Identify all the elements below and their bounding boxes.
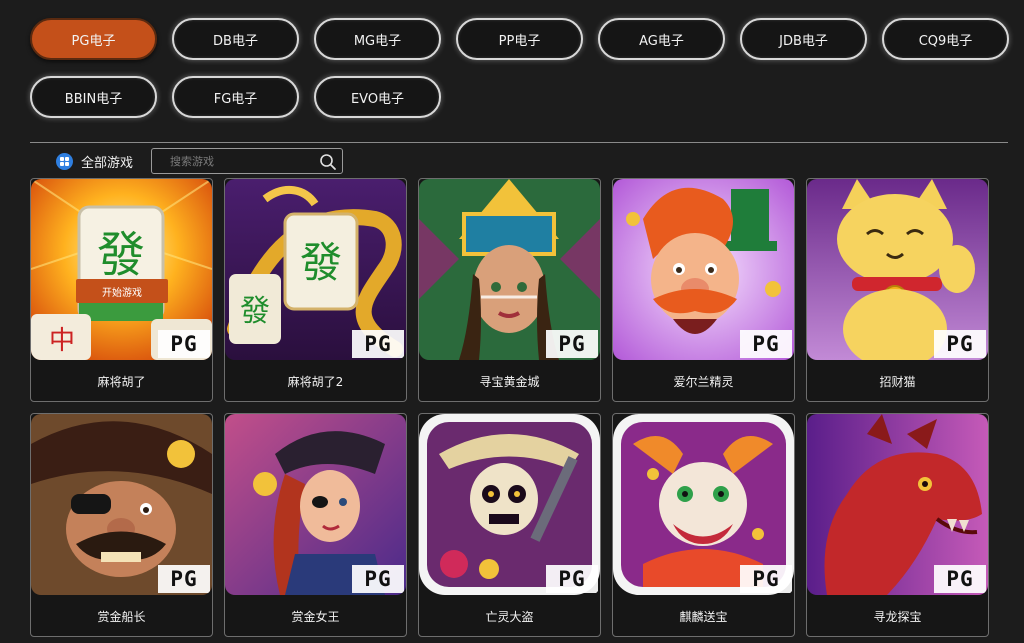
game-thumbnail[interactable]: PG bbox=[613, 179, 794, 360]
game-thumbnail[interactable]: PG bbox=[807, 179, 988, 360]
game-thumbnail[interactable]: 發 中 开始游戏 PG bbox=[31, 179, 212, 360]
game-card[interactable]: PG 爱尔兰精灵 bbox=[612, 178, 795, 402]
game-title: 赏金女王 bbox=[291, 610, 340, 624]
game-card[interactable]: PG 招财猫 bbox=[806, 178, 989, 402]
game-title: 寻龙探宝 bbox=[873, 610, 922, 624]
game-thumbnail[interactable]: PG bbox=[31, 414, 212, 595]
game-card[interactable]: PG 寻龙探宝 bbox=[806, 413, 989, 637]
provider-badge: PG bbox=[934, 330, 986, 358]
tab-fg[interactable]: FG电子 bbox=[172, 76, 299, 118]
game-card[interactable]: PG 亡灵大盗 bbox=[418, 413, 601, 637]
provider-badge: PG bbox=[158, 330, 210, 358]
game-title: 亡灵大盗 bbox=[485, 610, 534, 624]
search-input[interactable] bbox=[170, 150, 321, 172]
provider-badge: PG bbox=[352, 565, 404, 593]
game-card[interactable]: PG 麒麟送宝 bbox=[612, 413, 795, 637]
game-card[interactable]: PG 赏金女王 bbox=[224, 413, 407, 637]
game-card[interactable]: 發 中 开始游戏 PG 麻将胡了 bbox=[30, 178, 213, 402]
provider-badge: PG bbox=[546, 565, 598, 593]
tab-jdb[interactable]: JDB电子 bbox=[740, 18, 867, 60]
game-grid: 發 中 开始游戏 PG 麻将胡了 發 發 PG 麻将胡了2 PG 寻宝黄金城 P… bbox=[30, 178, 989, 637]
game-thumbnail[interactable]: PG bbox=[807, 414, 988, 595]
section-divider bbox=[30, 142, 1008, 143]
svg-text:發: 發 bbox=[240, 294, 270, 329]
tab-pg[interactable]: PG电子 bbox=[30, 18, 157, 60]
tab-ag[interactable]: AG电子 bbox=[598, 18, 725, 60]
svg-text:中: 中 bbox=[49, 326, 75, 356]
tab-evo[interactable]: EVO电子 bbox=[314, 76, 441, 118]
game-title: 麒麟送宝 bbox=[679, 610, 728, 624]
game-title: 麻将胡了2 bbox=[287, 375, 344, 389]
game-title: 爱尔兰精灵 bbox=[673, 375, 734, 389]
game-thumbnail[interactable]: PG bbox=[419, 414, 600, 595]
provider-badge: PG bbox=[352, 330, 404, 358]
provider-badge: PG bbox=[546, 330, 598, 358]
filter-bar: 全部游戏 bbox=[56, 148, 344, 174]
provider-badge: PG bbox=[740, 330, 792, 358]
game-thumbnail[interactable]: PG bbox=[419, 179, 600, 360]
tab-cq9[interactable]: CQ9电子 bbox=[882, 18, 1009, 60]
svg-text:發: 發 bbox=[300, 238, 342, 287]
game-card[interactable]: PG 寻宝黄金城 bbox=[418, 178, 601, 402]
svg-text:發: 發 bbox=[97, 227, 145, 283]
game-title: 寻宝黄金城 bbox=[479, 375, 540, 389]
provider-badge: PG bbox=[158, 565, 210, 593]
tab-bbin[interactable]: BBIN电子 bbox=[30, 76, 157, 118]
provider-badge: PG bbox=[740, 565, 792, 593]
game-thumbnail[interactable]: PG bbox=[225, 414, 406, 595]
tab-db[interactable]: DB电子 bbox=[172, 18, 299, 60]
tab-mg[interactable]: MG电子 bbox=[314, 18, 441, 60]
all-games-filter[interactable]: 全部游戏 bbox=[81, 152, 133, 171]
search-icon[interactable] bbox=[319, 153, 337, 171]
grid-icon bbox=[56, 152, 73, 170]
game-title: 招财猫 bbox=[879, 375, 916, 389]
game-thumbnail[interactable]: PG bbox=[613, 414, 794, 595]
provider-badge: PG bbox=[934, 565, 986, 593]
game-title: 赏金船长 bbox=[97, 610, 146, 624]
start-game-button[interactable]: 开始游戏 bbox=[76, 279, 168, 303]
tab-pp[interactable]: PP电子 bbox=[456, 18, 583, 60]
search-box bbox=[151, 148, 344, 174]
provider-tabs: PG电子 DB电子 MG电子 PP电子 AG电子 JDB电子 CQ9电子 BBI… bbox=[30, 18, 1010, 118]
game-card[interactable]: PG 赏金船长 bbox=[30, 413, 213, 637]
game-thumbnail[interactable]: 發 發 PG bbox=[225, 179, 406, 360]
game-card[interactable]: 發 發 PG 麻将胡了2 bbox=[224, 178, 407, 402]
game-title: 麻将胡了 bbox=[97, 375, 146, 389]
